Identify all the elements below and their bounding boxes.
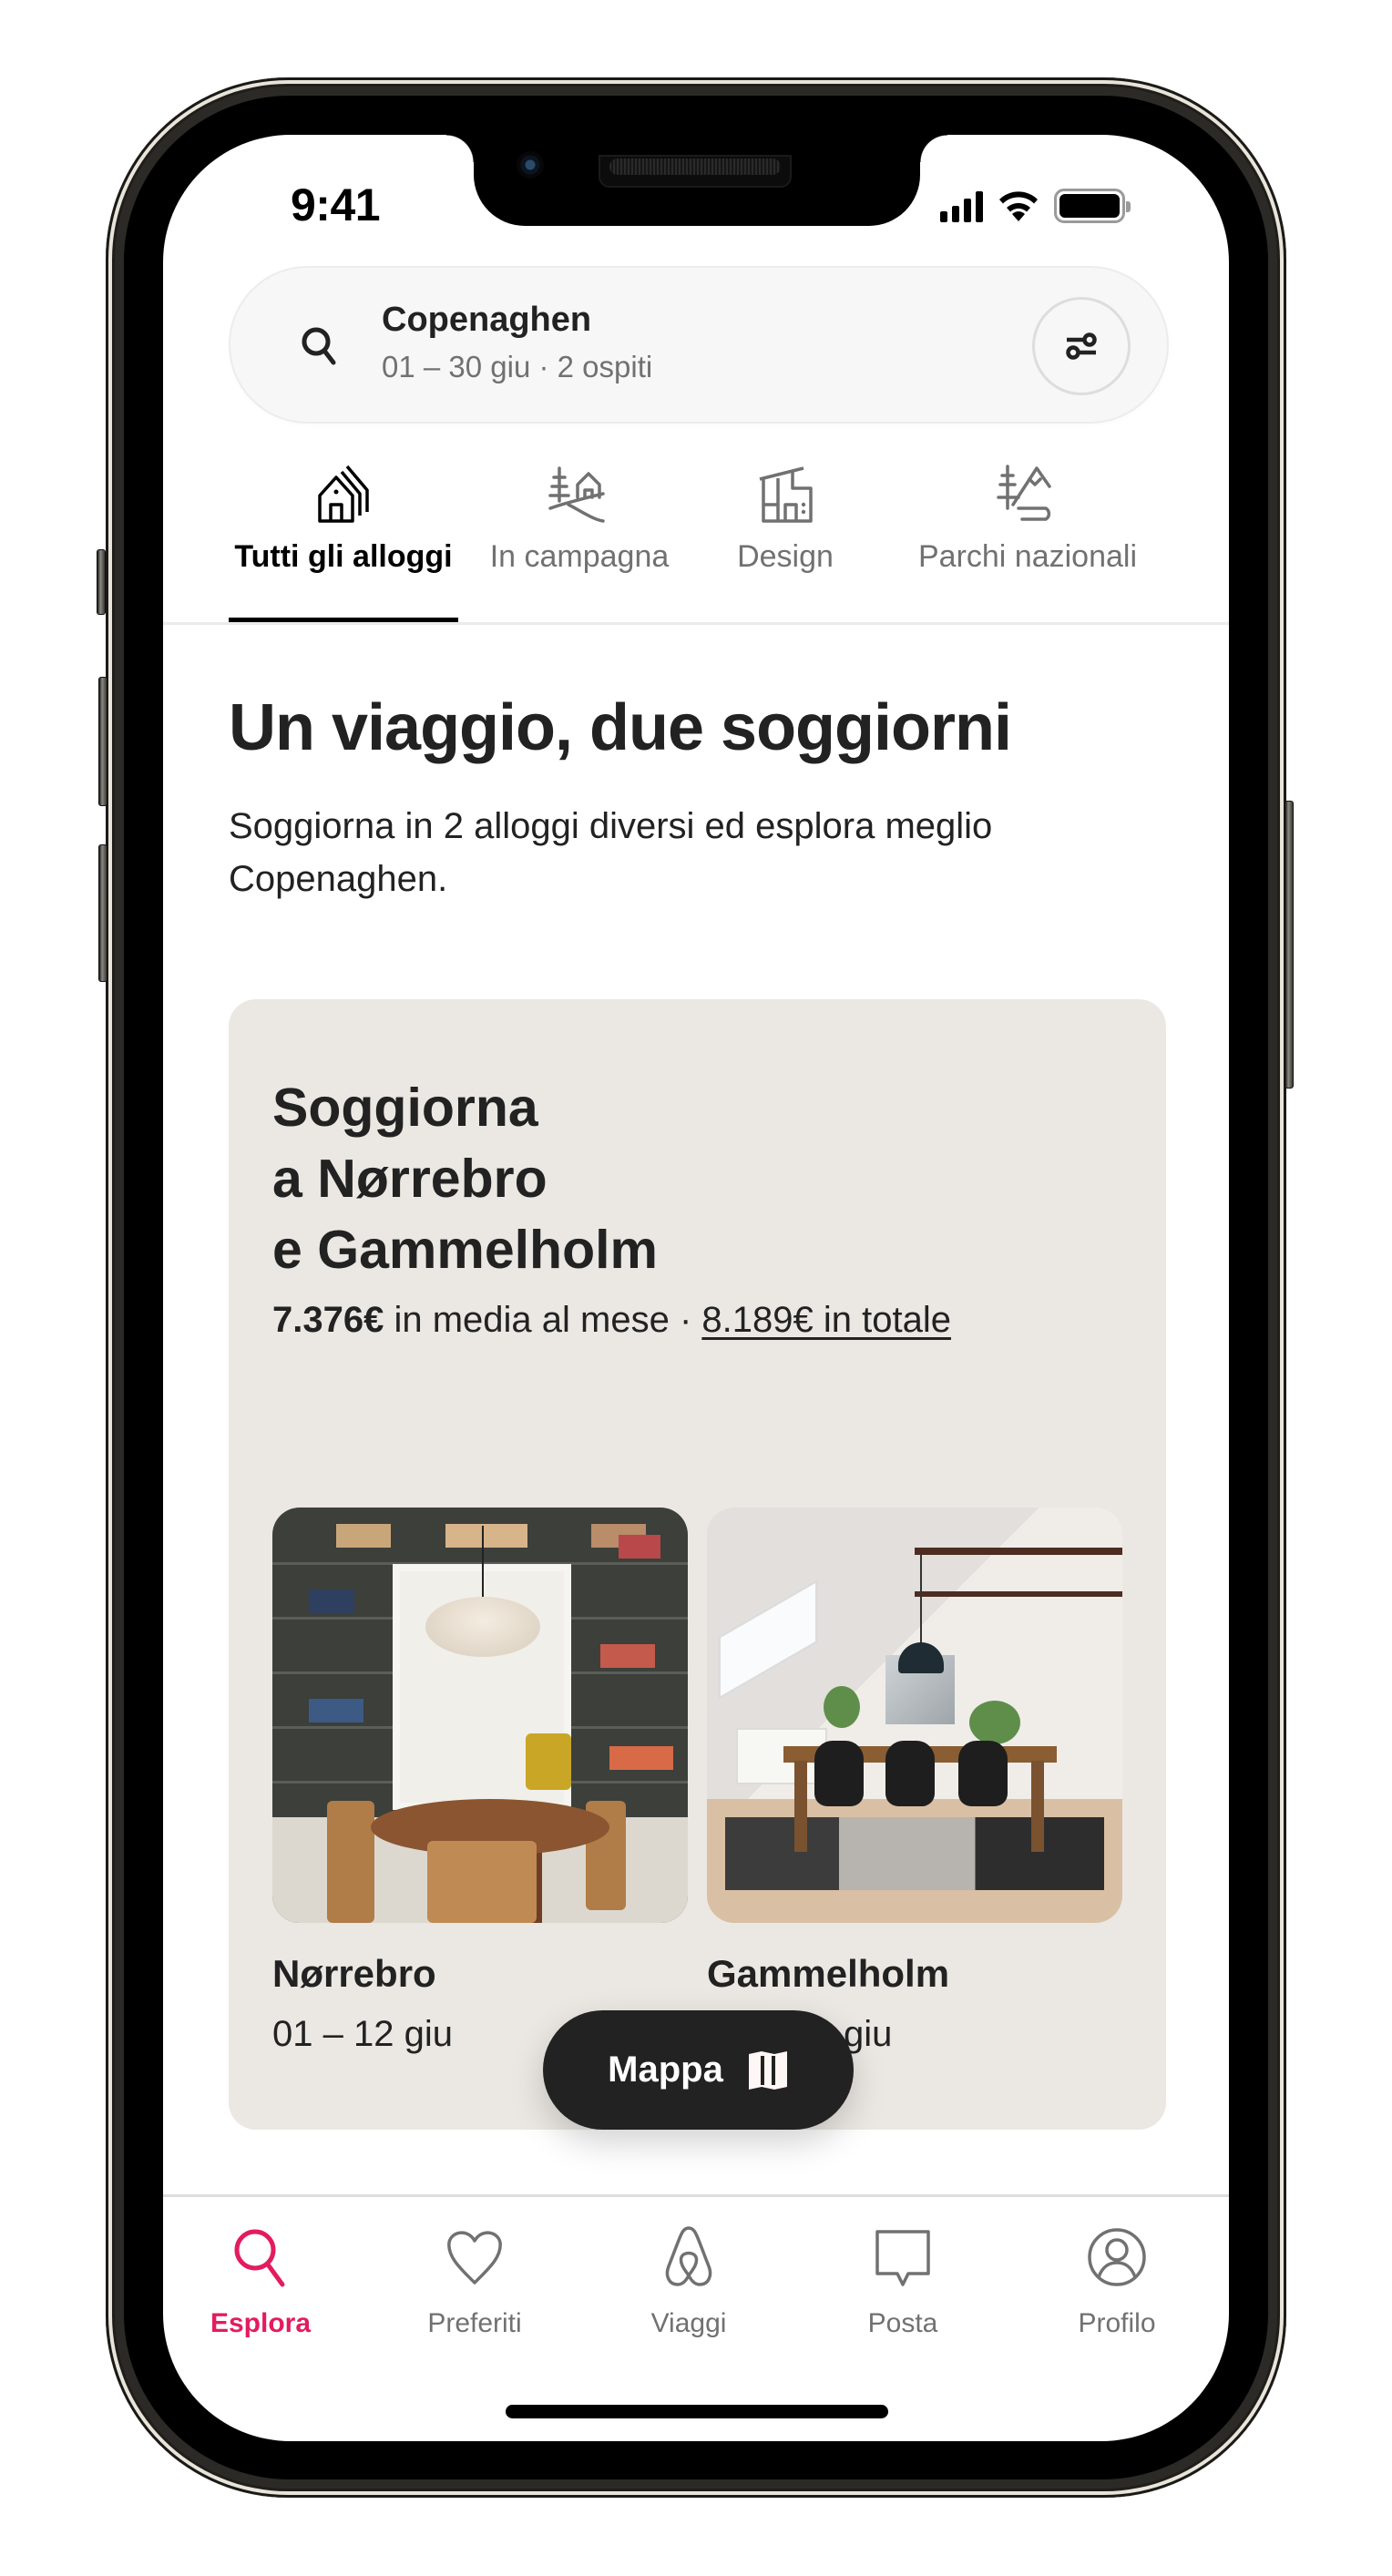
search-icon	[234, 2229, 285, 2287]
home-indicator[interactable]	[506, 2405, 888, 2418]
profile-icon	[1088, 2228, 1146, 2286]
tab-in-campagna[interactable]: In campagna	[466, 455, 693, 622]
status-time: 9:41	[291, 179, 381, 230]
bottom-nav: Esplora Preferiti Viaggi Posta Profilo	[163, 2197, 1229, 2361]
national-park-icon	[997, 465, 1051, 521]
tab-label: In campagna	[489, 539, 670, 574]
search-bar[interactable]: Copenaghen 01 – 30 giu · 2 ospiti	[229, 266, 1169, 424]
volume-up-button	[98, 677, 107, 806]
stay-photo-gammelholm[interactable]	[707, 1508, 1122, 1923]
nav-label: Profilo	[1078, 2308, 1156, 2338]
sliders-icon	[1066, 332, 1097, 360]
airbnb-logo-icon	[665, 2226, 712, 2286]
nav-posta[interactable]: Posta	[812, 2224, 994, 2339]
status-icons	[940, 188, 1131, 224]
price-monthly-suffix: in media al mese ·	[394, 1300, 692, 1340]
search-icon	[302, 327, 336, 365]
tab-parchi-nazionali[interactable]: Parchi nazionali	[877, 455, 1178, 622]
stay-item[interactable]: Gammelholm giu	[707, 1508, 1122, 2055]
tab-tutti-gli-alloggi[interactable]: Tutti gli alloggi	[229, 455, 458, 622]
app-screen: 9:41 Copenaghen 01 – 30 giu · 2 ospiti T…	[163, 135, 1229, 2441]
tab-label: Tutti gli alloggi	[234, 539, 453, 574]
modern-house-icon	[759, 466, 813, 523]
filter-button[interactable]	[1032, 297, 1131, 395]
stay-name: Gammelholm	[707, 1952, 950, 1995]
nav-preferiti[interactable]: Preferiti	[384, 2224, 566, 2339]
card-title-line: a Nørrebro	[272, 1149, 548, 1209]
map-button-label: Mappa	[608, 2050, 723, 2090]
nav-label: Esplora	[210, 2308, 312, 2338]
price-monthly: 7.376€	[272, 1300, 384, 1340]
nav-viaggi[interactable]: Viaggi	[598, 2224, 780, 2339]
map-button[interactable]: Mappa	[543, 2010, 854, 2130]
houses-icon	[318, 465, 369, 523]
tab-label: Parchi nazionali	[917, 539, 1138, 574]
stay-photo-norrebro[interactable]	[272, 1508, 688, 1923]
message-icon	[875, 2230, 930, 2286]
cellular-signal-icon	[940, 189, 983, 222]
speaker-grille	[609, 158, 781, 175]
category-tabs: Tutti gli alloggi In campagna Design Par…	[163, 455, 1229, 622]
nav-label: Posta	[867, 2308, 938, 2338]
split-stay-card[interactable]: Soggiorna a Nørrebro e Gammelholm 7.376€…	[229, 999, 1166, 2130]
wifi-icon	[999, 191, 1038, 221]
price-total-link[interactable]: 8.189€ in totale	[701, 1300, 951, 1340]
map-icon	[748, 2050, 787, 2090]
card-price: 7.376€ in media al mese · 8.189€ in tota…	[272, 1300, 951, 1341]
stay-name: Nørrebro	[272, 1952, 436, 1995]
battery-icon	[1054, 189, 1131, 223]
volume-down-button	[98, 844, 107, 982]
card-title: Soggiorna a Nørrebro e Gammelholm	[272, 1072, 910, 1285]
tab-label: Design	[737, 539, 834, 574]
tabs-divider	[163, 622, 1229, 625]
nav-esplora[interactable]: Esplora	[169, 2224, 352, 2339]
tab-design[interactable]: Design	[701, 455, 870, 622]
search-dates-guests: 01 – 30 giu · 2 ospiti	[382, 350, 653, 383]
pendant-lamp	[425, 1597, 540, 1657]
nav-profilo[interactable]: Profilo	[1026, 2224, 1208, 2339]
mute-switch	[97, 549, 106, 615]
card-title-line: e Gammelholm	[272, 1220, 658, 1280]
front-camera	[517, 151, 544, 179]
search-destination: Copenaghen	[382, 301, 592, 339]
power-button	[1285, 801, 1294, 1089]
section-title: Un viaggio, due soggiorni	[229, 691, 1012, 764]
card-title-line: Soggiorna	[272, 1078, 538, 1138]
stay-item[interactable]: Nørrebro 01 – 12 giu	[272, 1508, 688, 2055]
countryside-icon	[548, 466, 605, 523]
nav-label: Preferiti	[427, 2308, 522, 2338]
nav-label: Viaggi	[650, 2308, 727, 2338]
heart-icon	[447, 2231, 502, 2285]
section-description: Soggiorna in 2 alloggi diversi ed esplor…	[229, 806, 993, 899]
